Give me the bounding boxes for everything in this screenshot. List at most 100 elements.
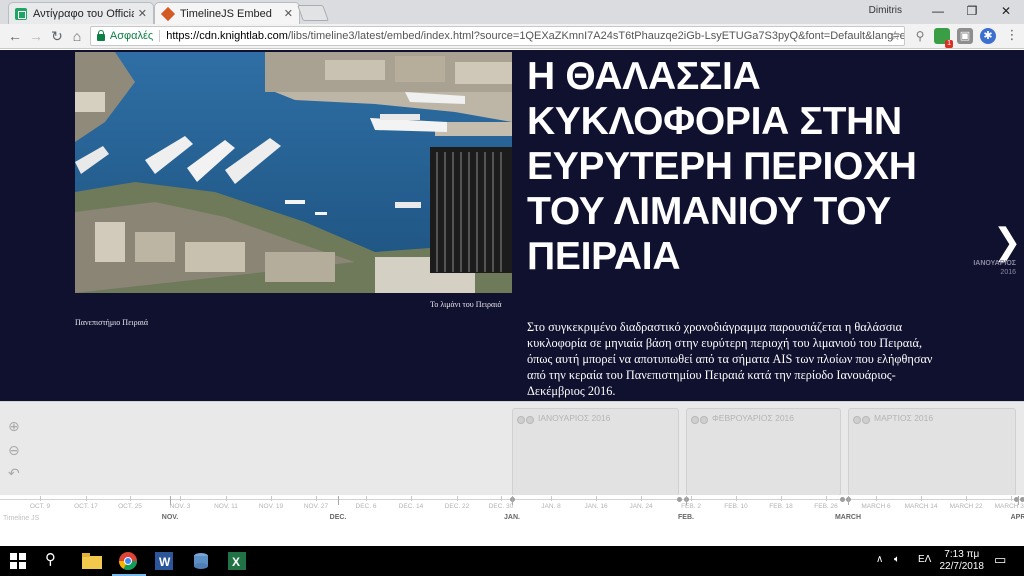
- badge-count: 1: [945, 40, 953, 48]
- axis-major-tick: [170, 496, 171, 505]
- event-dot: [691, 416, 699, 424]
- timelinejs-brand[interactable]: Timeline JS: [3, 515, 39, 522]
- notification-icon[interactable]: ▭: [994, 552, 1006, 568]
- timeline-event-card[interactable]: ΙΑΝΟΥΑΡΙΟΣ 2016: [512, 408, 679, 505]
- camera-extension-icon[interactable]: ▣: [957, 28, 973, 44]
- browser-toolbar: ← → ↻ ⌂ Ασφαλές https://cdn.knightlab.co…: [0, 24, 1024, 49]
- volume-icon[interactable]: 🔈︎: [894, 554, 900, 565]
- axis-tick: [316, 496, 317, 501]
- next-slide-chevron-icon[interactable]: ❯: [993, 221, 1022, 263]
- windows-start-icon[interactable]: [10, 550, 32, 572]
- axis-tick-label: JAN. 24: [629, 503, 653, 510]
- axis-tick: [876, 496, 877, 501]
- axis-tick-label: OCT. 17: [74, 503, 98, 510]
- file-explorer-icon[interactable]: [82, 550, 104, 572]
- axis-tick: [691, 496, 692, 501]
- axis-tick: [501, 496, 502, 501]
- url-host: https://cdn.knightlab.com: [166, 30, 288, 42]
- browser-tab-strip: Αντίγραφο του Official T ✕ TimelineJS Em…: [0, 0, 1024, 24]
- windows-taskbar: ⚲ W X ∧ 🔈︎ ΕΛ 7:13 πμ 22/7/2018 ▭: [0, 546, 1024, 576]
- event-label: ΦΕΒΡΟΥΑΡΙΟΣ 2016: [712, 413, 795, 423]
- settings-extension-icon[interactable]: ✱: [980, 28, 996, 44]
- system-clock[interactable]: 7:13 πμ 22/7/2018: [940, 549, 985, 573]
- event-label: ΜΑΡΤΙΟΣ 2016: [874, 413, 934, 423]
- extension-badge-icon[interactable]: 1: [934, 28, 953, 48]
- next-slide-year: 2016: [1000, 269, 1016, 276]
- forward-icon[interactable]: →: [27, 27, 45, 45]
- axis-tick: [736, 496, 737, 501]
- axis-major-tick: [1018, 496, 1019, 505]
- axis-month-label: APR: [1010, 514, 1024, 521]
- timeline-event-card[interactable]: ΜΑΡΤΙΟΣ 2016: [848, 408, 1016, 505]
- chrome-icon[interactable]: [112, 550, 146, 576]
- axis-tick: [921, 496, 922, 501]
- extension-icon[interactable]: ⚲: [912, 28, 928, 44]
- axis-tick-label: MARCH 6: [861, 503, 891, 510]
- svg-text:X: X: [232, 555, 240, 569]
- divider: [159, 30, 161, 42]
- new-tab-button[interactable]: [297, 5, 329, 21]
- menu-icon[interactable]: ⋮: [1004, 28, 1020, 44]
- axis-month-label: JAN.: [504, 514, 520, 521]
- close-window-button[interactable]: ✕: [996, 2, 1016, 20]
- search-icon[interactable]: ⚲: [45, 550, 67, 572]
- axis-tick-label: NOV. 27: [303, 503, 329, 510]
- zoom-out-icon[interactable]: ⊖: [8, 442, 20, 459]
- axis-tick-label: DEC. 22: [444, 503, 470, 510]
- axis-tick: [596, 496, 597, 501]
- timeline-axis[interactable]: Timeline JS OCT. 9 OCT. 17 OCT. 25 NOV. 3 NO…: [0, 495, 1024, 527]
- sheets-icon: [15, 7, 27, 20]
- word-icon[interactable]: W: [155, 550, 177, 572]
- axis-tick-label: DEC. 30: [488, 503, 514, 510]
- axis-tick-label: FEB. 18: [769, 503, 793, 510]
- axis-tick: [781, 496, 782, 501]
- back-icon[interactable]: ↶: [8, 465, 20, 482]
- restore-button[interactable]: ❐: [962, 2, 982, 20]
- url-text[interactable]: https://cdn.knightlab.com/libs/timeline3…: [166, 30, 904, 42]
- axis-tick-label: FEB. 26: [814, 503, 838, 510]
- axis-tick: [130, 496, 131, 501]
- event-dot: [862, 416, 870, 424]
- profile-name[interactable]: Dimitris: [869, 5, 902, 16]
- reload-icon[interactable]: ↻: [48, 27, 66, 45]
- image-caption: Το λιμάνι του Πειραιά: [430, 300, 502, 309]
- axis-tick: [551, 496, 552, 501]
- close-icon[interactable]: ✕: [138, 7, 147, 20]
- axis-tick-label: JAN. 8: [541, 503, 561, 510]
- back-icon[interactable]: ←: [6, 27, 24, 45]
- excel-icon[interactable]: X: [228, 550, 250, 572]
- axis-tick-label: FEB. 2: [681, 503, 701, 510]
- tab-title: Αντίγραφο του Official T: [33, 7, 134, 20]
- event-label: ΙΑΝΟΥΑΡΙΟΣ 2016: [538, 413, 611, 423]
- axis-tick: [226, 496, 227, 501]
- tray-chevron-icon[interactable]: ∧: [876, 554, 883, 565]
- language-indicator[interactable]: ΕΛ: [918, 554, 931, 565]
- axis-tick-label: NOV. 19: [258, 503, 284, 510]
- axis-tick-label: NOV. 3: [169, 503, 191, 510]
- database-icon[interactable]: [192, 550, 214, 572]
- tab-timelinejs[interactable]: TimelineJS Embed ✕: [154, 2, 300, 24]
- timeline-slide: Το λιμάνι του Πειραιά Πανεπιστήμιο Πειρα…: [0, 50, 1024, 401]
- next-slide-title: ΙΑΝΟΥΑΡΙΟΣ: [973, 260, 1016, 267]
- axis-tick: [641, 496, 642, 501]
- bookmark-star-icon[interactable]: ☆: [889, 28, 901, 44]
- timeline-navigation: ⊕ ⊖ ↶ ΙΑΝΟΥΑΡΙΟΣ 2016 ΦΕΒΡΟΥΑΡΙΟΣ 2016 Μ…: [0, 401, 1024, 527]
- axis-tick: [40, 496, 41, 501]
- next-slide-label[interactable]: ΙΑΝΟΥΑΡΙΟΣ 2016: [973, 259, 1016, 277]
- address-bar[interactable]: Ασφαλές https://cdn.knightlab.com/libs/t…: [90, 26, 905, 46]
- axis-tick: [411, 496, 412, 501]
- axis-tick-label: DEC. 14: [398, 503, 424, 510]
- zoom-in-icon[interactable]: ⊕: [8, 418, 20, 435]
- minimize-button[interactable]: —: [928, 2, 948, 20]
- event-dot: [853, 416, 861, 424]
- piraeus-port-image: [75, 52, 512, 293]
- axis-tick-label: JAN. 16: [584, 503, 608, 510]
- home-icon[interactable]: ⌂: [68, 27, 86, 45]
- tab-sheets[interactable]: Αντίγραφο του Official T ✕: [8, 2, 154, 24]
- timeline-event-card[interactable]: ΦΕΒΡΟΥΑΡΙΟΣ 2016: [686, 408, 841, 505]
- close-icon[interactable]: ✕: [284, 7, 293, 20]
- secure-label: Ασφαλές: [109, 30, 154, 42]
- svg-text:W: W: [159, 555, 171, 569]
- event-dot: [1020, 497, 1024, 502]
- axis-month-label: MARCH: [834, 514, 862, 521]
